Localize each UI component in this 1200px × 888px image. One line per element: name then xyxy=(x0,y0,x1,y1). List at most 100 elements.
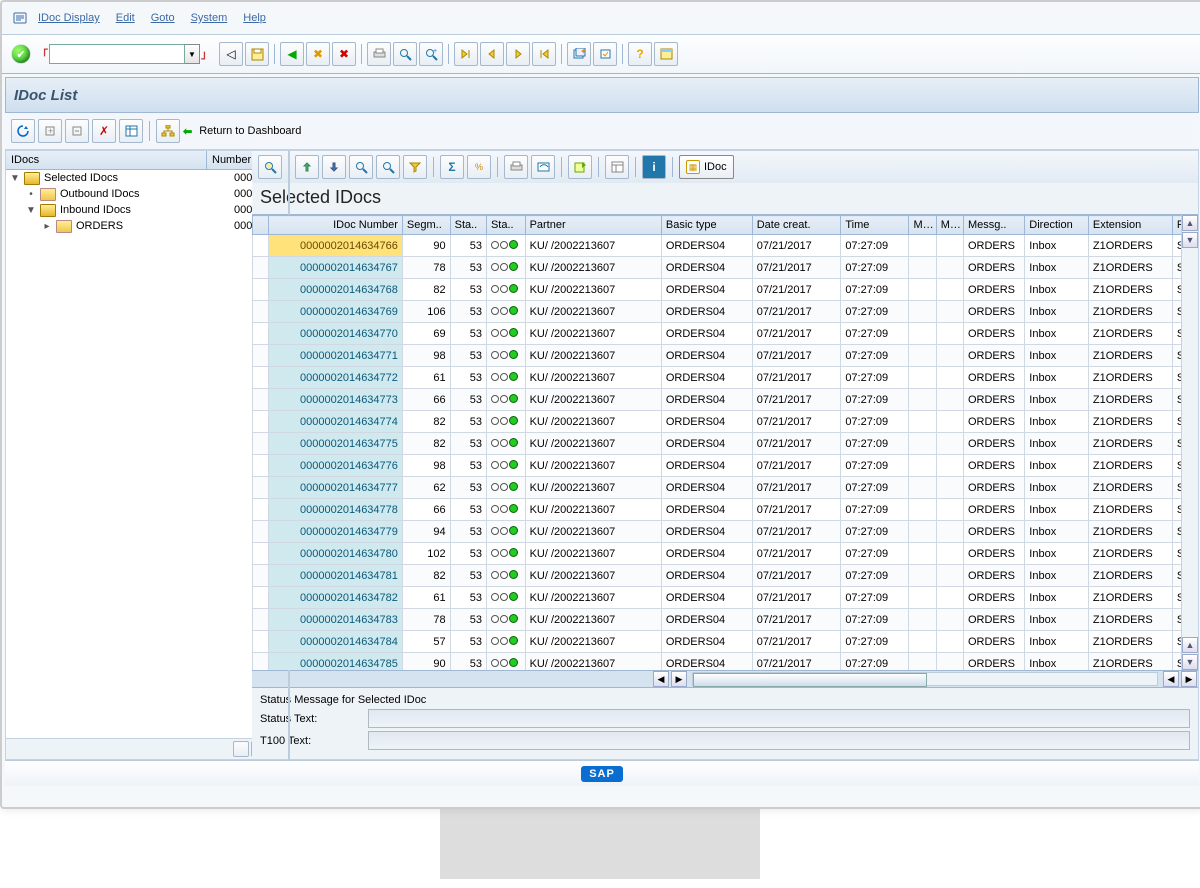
status-light-icon[interactable] xyxy=(486,521,525,543)
delete-icon[interactable]: ✗ xyxy=(92,119,116,143)
tree-row[interactable]: •Outbound IDocs00000000 xyxy=(6,186,287,202)
table-settings-icon[interactable] xyxy=(119,119,143,143)
status-light-icon[interactable] xyxy=(486,653,525,671)
hierarchy-icon[interactable] xyxy=(156,119,180,143)
scroll-down-small-icon[interactable]: ▼ xyxy=(1182,232,1198,248)
hscroll-track[interactable] xyxy=(692,672,1158,686)
sum-icon[interactable]: Σ xyxy=(440,155,464,179)
grid-header[interactable]: Sta.. xyxy=(450,216,486,235)
hscroll-left-end-icon[interactable]: ◀ xyxy=(1163,671,1179,687)
nav-back-icon[interactable]: ◀ xyxy=(280,42,304,66)
grid-header[interactable]: Date creat. xyxy=(752,216,841,235)
table-row[interactable]: 00000020146347818253KU/ /2002213607ORDER… xyxy=(253,565,1198,587)
subtotal-icon[interactable]: % xyxy=(467,155,491,179)
last-page-icon[interactable] xyxy=(532,42,556,66)
menu-edit[interactable]: Edit xyxy=(110,10,141,26)
view-switch-icon[interactable] xyxy=(531,155,555,179)
status-light-icon[interactable] xyxy=(486,543,525,565)
grid-header[interactable] xyxy=(253,216,269,235)
alv-print-icon[interactable] xyxy=(504,155,528,179)
tree-nav-blank[interactable] xyxy=(233,741,249,757)
sort-asc-icon[interactable] xyxy=(295,155,319,179)
grid-header[interactable]: IDoc Number xyxy=(268,216,402,235)
tree-col-idocs[interactable]: IDocs xyxy=(6,151,207,169)
alv-find-next-icon[interactable] xyxy=(376,155,400,179)
first-page-icon[interactable] xyxy=(454,42,478,66)
app-menu-icon[interactable] xyxy=(12,10,28,26)
table-row[interactable]: 00000020146347776253KU/ /2002213607ORDER… xyxy=(253,477,1198,499)
table-row[interactable]: 00000020146347719853KU/ /2002213607ORDER… xyxy=(253,345,1198,367)
tree-row[interactable]: ▼Selected IDocs00000858 xyxy=(6,170,287,186)
status-light-icon[interactable] xyxy=(486,499,525,521)
vertical-scrollbar[interactable]: ▲ ▼ ▲ ▼ xyxy=(1181,215,1198,670)
command-history-dropdown[interactable]: ▼ xyxy=(185,44,200,64)
grid-header[interactable]: Messg.. xyxy=(963,216,1024,235)
status-light-icon[interactable] xyxy=(486,279,525,301)
print-icon[interactable] xyxy=(367,42,391,66)
layout-change-icon[interactable] xyxy=(605,155,629,179)
table-row[interactable]: 00000020146347786653KU/ /2002213607ORDER… xyxy=(253,499,1198,521)
shortcut-icon[interactable] xyxy=(593,42,617,66)
status-light-icon[interactable] xyxy=(486,433,525,455)
idoc-grid[interactable]: IDoc NumberSegm..Sta..Sta..PartnerBasic … xyxy=(252,215,1198,670)
hscroll-left-icon[interactable]: ◀ xyxy=(653,671,669,687)
menu-help[interactable]: Help xyxy=(237,10,272,26)
grid-header[interactable]: Direction xyxy=(1025,216,1089,235)
idoc-display-button[interactable]: ▦ IDoc xyxy=(679,155,734,179)
tree-row[interactable]: ▼Inbound IDocs00000858 xyxy=(6,202,287,218)
table-row[interactable]: 00000020146347859053KU/ /2002213607ORDER… xyxy=(253,653,1198,671)
tree-twisty-icon[interactable]: ▼ xyxy=(26,205,36,216)
tree-twisty-icon[interactable]: • xyxy=(26,189,36,200)
grid-header[interactable]: Partner xyxy=(525,216,661,235)
hscroll-right-icon[interactable]: ▶ xyxy=(1181,671,1197,687)
prev-page-icon[interactable] xyxy=(480,42,504,66)
status-light-icon[interactable] xyxy=(486,235,525,257)
status-light-icon[interactable] xyxy=(486,455,525,477)
hscroll-right-step-icon[interactable]: ▶ xyxy=(671,671,687,687)
table-row[interactable]: 00000020146347688253KU/ /2002213607ORDER… xyxy=(253,279,1198,301)
sort-desc-icon[interactable] xyxy=(322,155,346,179)
menu-idoc-display[interactable]: IDoc Display xyxy=(32,10,106,26)
table-row[interactable]: 00000020146347706953KU/ /2002213607ORDER… xyxy=(253,323,1198,345)
find-icon[interactable] xyxy=(393,42,417,66)
save-icon[interactable] xyxy=(245,42,269,66)
status-light-icon[interactable] xyxy=(486,301,525,323)
status-light-icon[interactable] xyxy=(486,477,525,499)
tree-twisty-icon[interactable]: ▼ xyxy=(10,173,20,184)
table-row[interactable]: 00000020146347736653KU/ /2002213607ORDER… xyxy=(253,389,1198,411)
alv-find-icon[interactable] xyxy=(349,155,373,179)
status-light-icon[interactable] xyxy=(486,345,525,367)
menu-system[interactable]: System xyxy=(185,10,234,26)
scroll-up-icon[interactable]: ▲ xyxy=(1182,215,1198,231)
refresh-icon[interactable] xyxy=(11,119,35,143)
new-session-icon[interactable]: ✦ xyxy=(567,42,591,66)
table-row[interactable]: 00000020146347845753KU/ /2002213607ORDER… xyxy=(253,631,1198,653)
status-light-icon[interactable] xyxy=(486,631,525,653)
menu-goto[interactable]: Goto xyxy=(145,10,181,26)
table-row[interactable]: 00000020146347677853KU/ /2002213607ORDER… xyxy=(253,257,1198,279)
scroll-down-icon[interactable]: ▼ xyxy=(1182,654,1198,670)
filter-icon[interactable] xyxy=(403,155,427,179)
nav-cancel-icon[interactable]: ✖ xyxy=(332,42,356,66)
table-row[interactable]: 00000020146347726153KU/ /2002213607ORDER… xyxy=(253,367,1198,389)
table-row[interactable]: 00000020146347748253KU/ /2002213607ORDER… xyxy=(253,411,1198,433)
find-next-icon[interactable]: + xyxy=(419,42,443,66)
local-layout-icon[interactable] xyxy=(654,42,678,66)
horizontal-scrollbar[interactable]: ◀ ▶ ◀ ▶ xyxy=(252,670,1198,687)
status-light-icon[interactable] xyxy=(486,323,525,345)
back-icon[interactable]: ◁ xyxy=(219,42,243,66)
help-icon[interactable]: ? xyxy=(628,42,652,66)
expand-icon[interactable]: + xyxy=(38,119,62,143)
info-icon[interactable]: i xyxy=(642,155,666,179)
grid-header[interactable]: Ms.. xyxy=(936,216,963,235)
grid-header[interactable]: Sta.. xyxy=(486,216,525,235)
status-light-icon[interactable] xyxy=(486,257,525,279)
table-row[interactable]: 00000020146347758253KU/ /2002213607ORDER… xyxy=(253,433,1198,455)
nav-exit-icon[interactable]: ✖ xyxy=(306,42,330,66)
table-row[interactable]: 00000020146347669053KU/ /2002213607ORDER… xyxy=(253,235,1198,257)
status-light-icon[interactable] xyxy=(486,367,525,389)
table-row[interactable]: 000000201463478010253KU/ /2002213607ORDE… xyxy=(253,543,1198,565)
grid-header[interactable]: Ms.. xyxy=(909,216,936,235)
table-row[interactable]: 00000020146347837853KU/ /2002213607ORDER… xyxy=(253,609,1198,631)
table-row[interactable]: 00000020146347826153KU/ /2002213607ORDER… xyxy=(253,587,1198,609)
